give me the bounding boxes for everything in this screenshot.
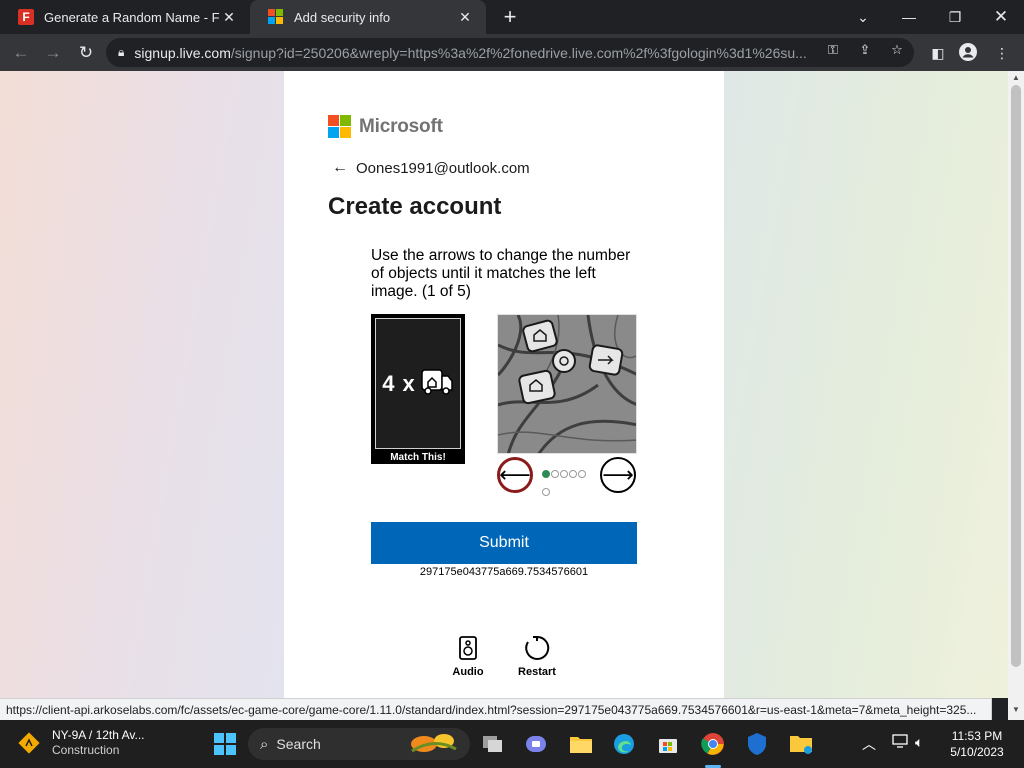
captcha-instructions: Use the arrows to change the number of o… bbox=[371, 247, 631, 300]
signup-card: Microsoft ← Oones1991@outlook.com Create… bbox=[284, 71, 724, 698]
account-back-link[interactable]: ← Oones1991@outlook.com bbox=[332, 159, 530, 177]
clock-date: 5/10/2023 bbox=[950, 745, 1004, 759]
progress-dots bbox=[542, 465, 594, 501]
windows-taskbar: NY-9A / 12th Av... Construction ⌕ Search… bbox=[0, 720, 1024, 768]
restart-icon bbox=[518, 634, 556, 662]
progress-dot bbox=[551, 470, 559, 478]
forward-button[interactable]: → bbox=[40, 40, 66, 66]
network-icon[interactable] bbox=[892, 734, 908, 751]
tab-title: Generate a Random Name - Fake bbox=[44, 9, 220, 25]
file-folder-icon[interactable] bbox=[785, 728, 817, 760]
key-icon[interactable]: ⚿ bbox=[824, 41, 842, 59]
scroll-up-arrow[interactable]: ▲ bbox=[1008, 71, 1024, 85]
edge-browser-icon[interactable] bbox=[608, 728, 640, 760]
browser-tab-strip: F Generate a Random Name - Fake ✕ Add se… bbox=[0, 0, 1024, 34]
new-tab-button[interactable]: + bbox=[498, 5, 522, 29]
traffic-sign-icon bbox=[16, 730, 42, 756]
profile-icon[interactable] bbox=[958, 43, 978, 63]
back-arrow-icon[interactable]: ← bbox=[332, 159, 348, 177]
show-hidden-icons-chevron-up-icon[interactable]: ︿ bbox=[862, 734, 876, 754]
target-image-inner: 4 x bbox=[375, 318, 461, 449]
chrome-icon[interactable] bbox=[697, 728, 729, 760]
system-clock[interactable]: 11:53 PM 5/10/2023 bbox=[938, 728, 1016, 760]
weather-widget[interactable]: NY-9A / 12th Av... Construction bbox=[16, 728, 145, 758]
progress-dot bbox=[578, 470, 586, 478]
progress-dot bbox=[560, 470, 568, 478]
start-button[interactable] bbox=[209, 728, 241, 760]
progress-dot bbox=[542, 470, 550, 478]
arrow-left-icon: ⟵ bbox=[499, 462, 531, 487]
restart-label: Restart bbox=[518, 666, 556, 678]
share-icon[interactable]: ⇪ bbox=[856, 41, 874, 59]
address-bar[interactable]: 🔒︎ signup.live.com/signup?id=250206&wrep… bbox=[106, 38, 914, 67]
file-explorer-icon[interactable] bbox=[565, 728, 597, 760]
lock-icon[interactable]: 🔒︎ bbox=[118, 45, 124, 60]
restart-button[interactable]: Restart bbox=[518, 634, 556, 678]
target-caption: Match This! bbox=[390, 452, 446, 463]
menu-icon[interactable]: ⋮ bbox=[992, 43, 1012, 63]
microsoft-logo-icon bbox=[328, 115, 351, 138]
arrow-right-icon: ⟶ bbox=[602, 462, 634, 487]
fakename-icon: F bbox=[18, 9, 34, 25]
tab-title: Add security info bbox=[294, 9, 391, 25]
restore-button[interactable]: ❐ bbox=[932, 0, 978, 34]
audio-button[interactable]: Audio bbox=[452, 634, 484, 678]
tab-add-security-info[interactable]: Add security info ✕ bbox=[250, 0, 486, 34]
account-email: Oones1991@outlook.com bbox=[356, 159, 530, 177]
bookmark-star-icon[interactable]: ☆ bbox=[888, 41, 906, 59]
microsoft-icon bbox=[268, 9, 284, 25]
weather-title: NY-9A / 12th Av... bbox=[52, 728, 145, 742]
previous-arrow-button[interactable]: ⟵ bbox=[497, 457, 533, 493]
tab-search-icon[interactable]: ⌄ bbox=[840, 0, 886, 34]
task-view-icon[interactable] bbox=[477, 728, 509, 760]
windows-logo-icon bbox=[214, 733, 236, 755]
target-quantity: 4 x bbox=[382, 370, 416, 396]
submit-button[interactable]: Submit bbox=[371, 522, 637, 564]
reload-button[interactable]: ↻ bbox=[73, 40, 99, 66]
close-window-button[interactable]: ✕ bbox=[978, 0, 1024, 34]
clock-time: 11:53 PM bbox=[951, 729, 1003, 743]
page-viewport: Microsoft ← Oones1991@outlook.com Create… bbox=[0, 71, 1008, 698]
progress-dot bbox=[542, 488, 550, 496]
weather-subtitle: Construction bbox=[52, 743, 120, 757]
progress-dot bbox=[569, 470, 577, 478]
close-icon[interactable]: ✕ bbox=[220, 9, 238, 26]
scroll-thumb[interactable] bbox=[1011, 85, 1021, 667]
back-button[interactable]: ← bbox=[8, 40, 34, 66]
url-text: signup.live.com/signup?id=250206&wreply=… bbox=[134, 44, 807, 61]
taskbar-search[interactable]: ⌕ Search bbox=[248, 728, 470, 760]
speaker-icon bbox=[452, 634, 484, 662]
browser-toolbar: ← → ↻ 🔒︎ signup.live.com/signup?id=25020… bbox=[0, 34, 1024, 71]
search-highlight-icon bbox=[408, 731, 460, 758]
puzzle-scene-image bbox=[497, 314, 637, 454]
search-placeholder: Search bbox=[276, 736, 321, 752]
page-scrollbar[interactable]: ▲ ▼ bbox=[1008, 71, 1024, 720]
volume-icon[interactable]: 🔈︎ bbox=[915, 734, 923, 751]
minimize-button[interactable]: — bbox=[886, 0, 932, 34]
truck-icon bbox=[420, 366, 454, 401]
audio-label: Audio bbox=[452, 666, 484, 678]
teams-chat-icon[interactable] bbox=[520, 728, 552, 760]
session-id: 297175e043775a669.7534576601 bbox=[419, 566, 589, 578]
microsoft-logo: Microsoft bbox=[328, 115, 443, 138]
scroll-down-arrow[interactable]: ▼ bbox=[1008, 703, 1024, 717]
side-panel-icon[interactable]: ◧ bbox=[928, 43, 948, 63]
target-image: 4 x Match This! bbox=[371, 314, 465, 464]
microsoft-store-icon[interactable] bbox=[652, 728, 684, 760]
next-arrow-button[interactable]: ⟶ bbox=[600, 457, 636, 493]
page-title: Create account bbox=[328, 193, 502, 220]
brand-name: Microsoft bbox=[359, 115, 443, 137]
close-icon[interactable]: ✕ bbox=[456, 9, 474, 26]
link-status-bubble: https://client-api.arkoselabs.com/fc/ass… bbox=[0, 698, 992, 720]
defender-icon[interactable] bbox=[741, 728, 773, 760]
search-icon: ⌕ bbox=[260, 735, 269, 753]
tab-fake-name-generator[interactable]: F Generate a Random Name - Fake ✕ bbox=[0, 0, 250, 34]
